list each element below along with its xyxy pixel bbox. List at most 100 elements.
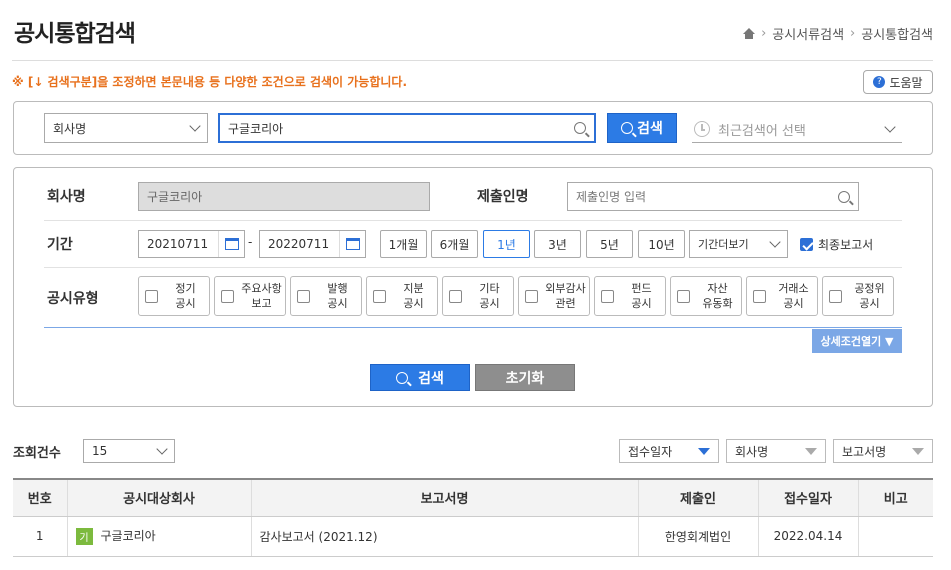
reset-button[interactable]: 초기화	[475, 364, 575, 391]
quick-search-button[interactable]: 검색	[607, 113, 677, 143]
result-count-label: 조회건수	[13, 446, 61, 461]
home-icon[interactable]	[743, 28, 756, 39]
checkbox-icon[interactable]	[677, 289, 690, 303]
column-header-note: 비고	[857, 478, 933, 517]
submitter-label: 제출인명	[477, 189, 529, 205]
period-10y-button[interactable]: 10년	[638, 230, 685, 258]
checkbox-checked-icon[interactable]	[800, 238, 813, 251]
disclosure-type-line2: 공시	[175, 297, 196, 310]
date-from-input[interactable]: 20210711	[138, 230, 245, 258]
checkbox-icon[interactable]	[449, 289, 462, 303]
row-company-link[interactable]: 구글코리아	[101, 529, 156, 543]
sort-icon	[912, 447, 924, 455]
breadcrumb: › 공시서류검색 › 공시통합검색	[743, 24, 933, 43]
disclosure-type-group: 정기 공시 주요사항 보고 발행 공시 지분 공시 기타 공시 외부감사 관련 펀드 공시 자산 유동화 거래소…	[138, 276, 894, 316]
disclosure-type-line2: 공시	[479, 297, 500, 310]
period-1m-button[interactable]: 1개월	[380, 230, 427, 258]
recent-search-select[interactable]: 최근검색어 선택	[692, 116, 902, 143]
disclosure-type-option[interactable]: 공정위 공시	[822, 276, 894, 316]
sort-desc-icon	[698, 447, 710, 455]
detail-toggle-button[interactable]: 상세조건열기 ▼	[812, 329, 902, 353]
disclosure-type-line2: 공시	[859, 297, 880, 310]
period-3y-button[interactable]: 3년	[534, 230, 581, 258]
more-periods-select[interactable]: 기간더보기	[689, 230, 788, 258]
submitter-placeholder: 제출인명 입력	[576, 190, 647, 204]
disclosure-type-line2: 보고	[251, 297, 272, 310]
checkbox-icon[interactable]	[829, 289, 842, 303]
checkbox-icon[interactable]	[221, 289, 234, 303]
disclosure-type-label-text: 외부감사관련	[542, 281, 589, 311]
checkbox-icon[interactable]	[145, 289, 158, 303]
disclosure-type-label-text: 공정위 공시	[846, 281, 893, 311]
period-label: 기간	[47, 237, 73, 253]
disclosure-type-line2: 공시	[327, 297, 348, 310]
date-to-value: 20220711	[268, 237, 330, 251]
disclosure-type-line1: 외부감사	[545, 282, 586, 295]
chevron-down-icon	[189, 120, 201, 132]
checkbox-icon[interactable]	[525, 289, 538, 303]
market-badge: 기	[75, 528, 93, 545]
recent-search-placeholder: 최근검색어 선택	[718, 123, 806, 139]
final-report-label: 최종보고서	[818, 238, 874, 252]
final-report-checkbox[interactable]: 최종보고서	[800, 236, 873, 253]
chevron-right-icon: ›	[761, 26, 767, 41]
disclosure-type-option[interactable]: 주요사항 보고	[214, 276, 286, 316]
disclosure-type-line1: 기타	[479, 282, 500, 295]
sort-report-select[interactable]: 보고서명	[833, 439, 933, 463]
submitter-input[interactable]: 제출인명 입력	[567, 182, 859, 211]
disclosure-type-option[interactable]: 발행 공시	[290, 276, 362, 316]
sort-company-select[interactable]: 회사명	[726, 439, 826, 463]
search-icon[interactable]	[838, 190, 850, 203]
column-header-no: 번호	[13, 478, 67, 517]
disclosure-type-option[interactable]: 기타공시	[442, 276, 514, 316]
sort-company-label: 회사명	[735, 444, 769, 459]
date-separator: -	[248, 235, 253, 249]
column-header-submitter: 제출인	[637, 478, 758, 517]
chevron-down-icon	[769, 236, 781, 248]
row-no: 1	[13, 516, 67, 557]
disclosure-type-label-text: 주요사항 보고	[238, 281, 285, 311]
checkbox-icon[interactable]	[753, 289, 766, 303]
sort-icon	[805, 447, 817, 455]
calendar-icon[interactable]	[218, 231, 244, 257]
row-report-link[interactable]: 감사보고서 (2021.12)	[250, 516, 638, 557]
search-button-label: 검색	[418, 370, 444, 387]
disclosure-type-option[interactable]: 지분 공시	[366, 276, 438, 316]
sort-date-select[interactable]: 접수일자	[619, 439, 719, 463]
company-field: 구글코리아	[138, 182, 430, 211]
search-button[interactable]: 검색	[370, 364, 470, 391]
page-title: 공시통합검색	[14, 21, 136, 47]
page-size-value: 15	[92, 444, 108, 458]
disclosure-type-option[interactable]: 거래소 공시	[746, 276, 818, 316]
row-divider	[44, 267, 902, 268]
date-to-input[interactable]: 20220711	[259, 230, 366, 258]
search-category-select[interactable]: 회사명	[44, 113, 208, 143]
results-table: 번호 공시대상회사 보고서명 제출인 접수일자 비고 1 기 구글코리아 감사보고…	[13, 478, 933, 557]
checkbox-icon[interactable]	[373, 289, 386, 303]
disclosure-type-line1: 거래소	[778, 282, 809, 295]
disclosure-type-label-text: 발행 공시	[314, 281, 361, 311]
disclosure-type-option[interactable]: 정기 공시	[138, 276, 210, 316]
disclosure-type-label-text: 지분 공시	[390, 281, 437, 311]
page-size-select[interactable]: 15	[83, 439, 175, 463]
row-company-cell: 기 구글코리아	[66, 516, 251, 557]
period-5y-button[interactable]: 5년	[586, 230, 633, 258]
breadcrumb-item[interactable]: 공시통합검색	[861, 24, 933, 43]
calendar-icon[interactable]	[339, 231, 365, 257]
period-6m-button[interactable]: 6개월	[431, 230, 478, 258]
chevron-down-icon	[884, 121, 896, 133]
breadcrumb-item[interactable]: 공시서류검색	[772, 24, 844, 43]
checkbox-icon[interactable]	[297, 289, 310, 303]
period-1y-button[interactable]: 1년	[483, 230, 530, 258]
chevron-down-icon	[156, 443, 168, 455]
disclosure-type-line2: 관련	[555, 297, 576, 310]
column-header-company: 공시대상회사	[66, 478, 251, 517]
disclosure-type-option[interactable]: 자산 유동화	[670, 276, 742, 316]
help-button[interactable]: ? 도움말	[863, 70, 933, 94]
search-input[interactable]: 구글코리아	[218, 113, 596, 143]
sort-report-label: 보고서명	[842, 444, 887, 459]
disclosure-type-option[interactable]: 펀드 공시	[594, 276, 666, 316]
checkbox-icon[interactable]	[601, 289, 614, 303]
disclosure-type-line1: 지분	[403, 282, 424, 295]
disclosure-type-option[interactable]: 외부감사관련	[518, 276, 590, 316]
